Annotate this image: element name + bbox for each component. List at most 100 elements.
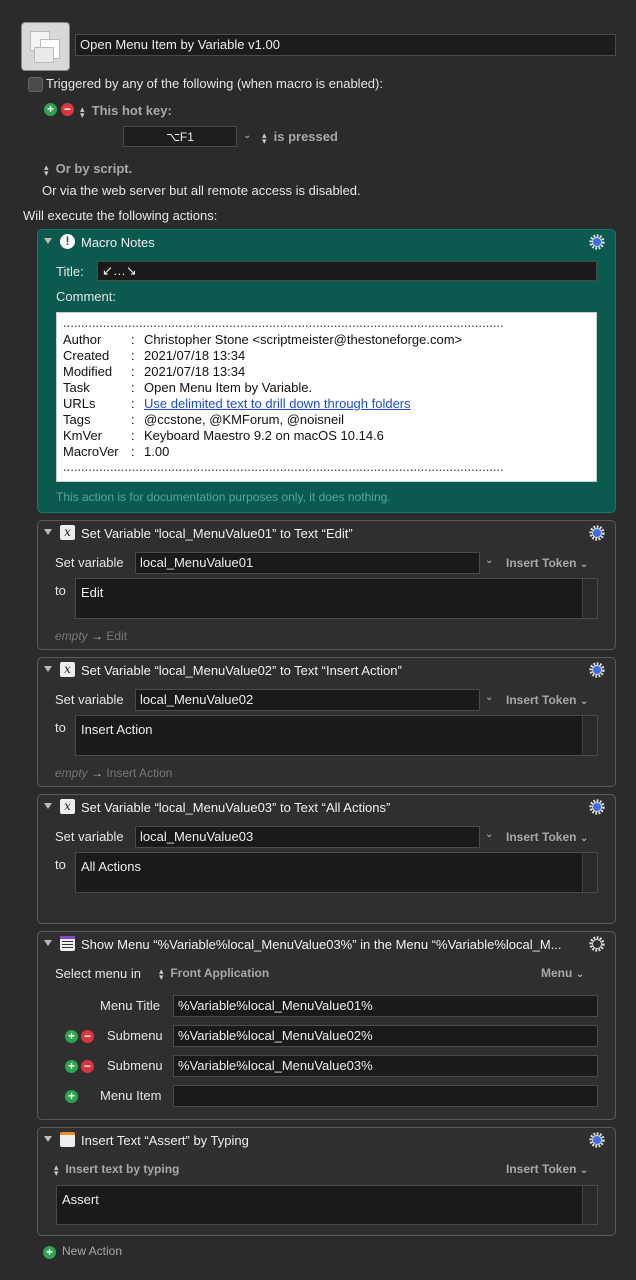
disclosure-triangle-icon[interactable] [44,529,52,535]
add-menu-item-icon[interactable]: + [65,1090,78,1103]
add-submenu-icon[interactable]: + [65,1030,78,1043]
submenu-label: Submenu [107,1058,163,1073]
insert-mode-popup[interactable]: ▴ ▾ Insert text by typing [54,1162,179,1177]
chevron-down-icon[interactable]: ⌄ [243,130,251,141]
action-title[interactable]: Set Variable “local_MenuValue01” to Text… [81,526,581,541]
gear-icon[interactable] [588,1131,606,1149]
set-variable-label: Set variable [55,692,124,707]
chevron-down-icon[interactable]: ⌄ [485,692,493,703]
scrollbar[interactable] [582,579,597,618]
hotkey-trigger-popup[interactable]: ▴ ▾ This hot key: [80,103,172,120]
text-value: Assert [62,1192,99,1207]
action-title[interactable]: Show Menu “%Variable%local_MenuValue03%”… [81,937,581,952]
scrollbar[interactable] [582,1186,597,1224]
action-title[interactable]: Insert Text “Assert” by Typing [81,1133,581,1148]
action-title[interactable]: Macro Notes [81,235,581,250]
insert-token-button[interactable]: Insert Token ⌄ [506,830,588,844]
set-variable-action[interactable]: x Set Variable “local_MenuValue01” to Te… [37,520,616,650]
variable-name-field[interactable]: local_MenuValue03 [135,826,480,848]
gear-icon[interactable] [588,661,606,679]
to-label: to [55,720,66,735]
set-variable-label: Set variable [55,829,124,844]
menu-popup-button[interactable]: Menu ⌄ [541,966,584,980]
note-row: MacroVer:1.00 [63,444,170,459]
will-execute-label: Will execute the following actions: [23,208,218,223]
select-menu-label: Select menu in [55,966,141,981]
dotted-separator: ........................................… [63,315,503,330]
insert-token-button[interactable]: Insert Token ⌄ [506,556,588,570]
hotkey-state-popup[interactable]: ▴ ▾ is pressed [262,129,338,146]
set-variable-label: Set variable [55,555,124,570]
trigger-label: Triggered by any of the following (when … [46,76,383,91]
note-row: Tags: @ccstone, @KMForum, @noisneil [63,412,344,427]
text-value: Edit [81,585,104,600]
note-row: Author: Christopher Stone <scriptmeister@… [63,332,463,347]
note-row: Created:2021/07/18 13:34 [63,348,246,363]
macro-icon[interactable] [21,22,70,71]
trigger-checkbox[interactable] [28,77,43,92]
variable-name-field[interactable]: local_MenuValue02 [135,689,480,711]
gear-icon[interactable] [588,798,606,816]
remove-submenu-icon[interactable]: − [81,1030,94,1043]
to-label: to [55,857,66,872]
text-field[interactable]: Insert Action [75,715,598,756]
menu-title-field[interactable]: %Variable%local_MenuValue01% [173,995,598,1017]
variable-icon: x [60,662,75,677]
scrollbar[interactable] [582,853,597,892]
application-popup[interactable]: ▴ ▾ Front Application [159,966,269,981]
disclosure-triangle-icon[interactable] [44,238,52,244]
action-title[interactable]: Set Variable “local_MenuValue03” to Text… [81,800,581,815]
preview-line: empty → Edit [55,629,128,643]
url-link[interactable]: Use delimited text to drill down through… [144,396,411,411]
notes-title-field[interactable]: ↙…↘ [97,261,597,281]
text-field[interactable]: Assert [56,1185,598,1225]
gear-icon[interactable] [588,233,606,251]
add-submenu-icon[interactable]: + [65,1060,78,1073]
variable-icon: x [60,799,75,814]
note-row: Task: Open Menu Item by Variable. [63,380,313,395]
new-action-button[interactable]: New Action [62,1244,122,1258]
macro-notes-action[interactable]: ! Macro Notes Title: ↙…↘ Comment: ......… [37,229,616,513]
submenu-label: Submenu [107,1028,163,1043]
note-row: URLs: Use delimited text to drill down th… [63,396,411,411]
preview-line: empty → Insert Action [55,766,173,780]
script-trigger-popup[interactable]: ▴ ▾ Or by script. [44,161,132,177]
insert-token-button[interactable]: Insert Token ⌄ [506,693,588,707]
menu-title-label: Menu Title [100,998,160,1013]
scrollbar[interactable] [582,716,597,755]
disclosure-triangle-icon[interactable] [44,1136,52,1142]
menu-item-field[interactable] [173,1085,598,1107]
chevron-down-icon[interactable]: ⌄ [485,829,493,840]
add-trigger-icon[interactable]: + [44,103,57,116]
disclosure-triangle-icon[interactable] [44,940,52,946]
show-menu-action[interactable]: Show Menu “%Variable%local_MenuValue03%”… [37,931,616,1120]
chevron-down-icon[interactable]: ⌄ [485,555,493,566]
set-variable-action[interactable]: x Set Variable “local_MenuValue02” to Te… [37,657,616,787]
clipboard-icon [60,1132,75,1147]
disclosure-triangle-icon[interactable] [44,666,52,672]
gear-icon[interactable] [588,935,606,953]
comment-field[interactable]: ........................................… [56,312,597,482]
hotkey-field[interactable]: ⌥F1 [123,126,237,147]
new-action-icon[interactable]: + [43,1246,56,1259]
insert-text-action[interactable]: Insert Text “Assert” by Typing ▴ ▾ Insert… [37,1127,616,1236]
gear-icon[interactable] [588,524,606,542]
updown-icon: ▴ ▾ [80,103,85,120]
variable-name-field[interactable]: local_MenuValue01 [135,552,480,574]
menu-item-label: Menu Item [100,1088,162,1103]
text-field[interactable]: All Actions [75,852,598,893]
updown-icon: ▴ ▾ [262,129,267,146]
text-field[interactable]: Edit [75,578,598,619]
insert-token-button[interactable]: Insert Token ⌄ [506,1162,588,1176]
to-label: to [55,583,66,598]
text-value: All Actions [81,859,141,874]
action-title[interactable]: Set Variable “local_MenuValue02” to Text… [81,663,581,678]
macro-name-field[interactable]: Open Menu Item by Variable v1.00 [75,34,616,56]
submenu-field[interactable]: %Variable%local_MenuValue02% [173,1025,598,1047]
disclosure-triangle-icon[interactable] [44,803,52,809]
submenu-field[interactable]: %Variable%local_MenuValue03% [173,1055,598,1077]
remove-submenu-icon[interactable]: − [81,1060,94,1073]
remove-trigger-icon[interactable]: − [61,103,74,116]
set-variable-action[interactable]: x Set Variable “local_MenuValue03” to Te… [37,794,616,924]
web-server-note: Or via the web server but all remote acc… [42,183,361,198]
